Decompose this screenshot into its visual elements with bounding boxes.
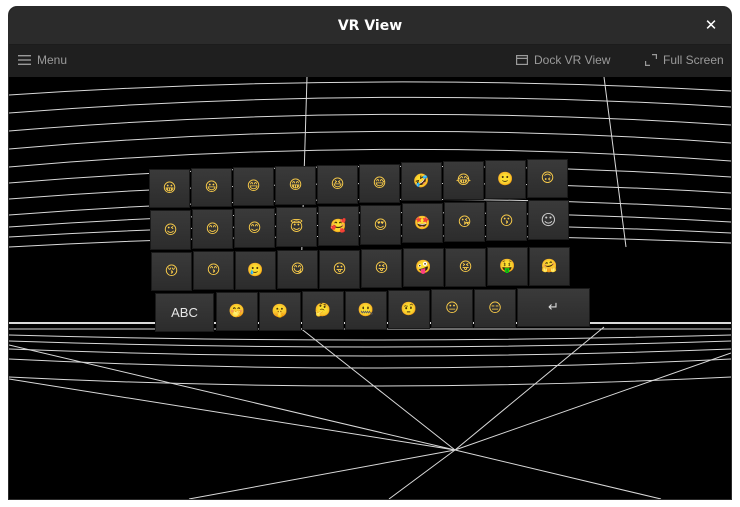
toolbar: Menu Dock VR View Full Screen xyxy=(9,45,731,77)
close-icon: ✕ xyxy=(704,16,718,34)
emoji-key[interactable]: 🤫 xyxy=(259,292,301,331)
emoji-key[interactable]: 😛 xyxy=(319,250,360,289)
emoji-key[interactable]: 😑 xyxy=(474,289,516,328)
emoji-key[interactable]: 😘 xyxy=(444,202,485,242)
dock-label: Dock VR View xyxy=(534,53,611,67)
close-button[interactable]: ✕ xyxy=(701,15,721,35)
emoji-key[interactable]: ☺ xyxy=(528,200,569,240)
abc-mode-key[interactable]: ABC xyxy=(155,293,214,332)
emoji-key[interactable]: 😆 xyxy=(317,165,358,204)
emoji-key[interactable]: 🥲 xyxy=(235,251,276,290)
emoji-key[interactable]: 😃 xyxy=(191,168,232,207)
enter-key[interactable]: ↵ xyxy=(517,288,590,327)
emoji-key[interactable]: 😅 xyxy=(359,164,400,203)
emoji-key[interactable]: 😂 xyxy=(443,161,484,200)
emoji-key[interactable]: 🤨 xyxy=(388,290,430,329)
vr-view-window: VR View ✕ Menu Dock VR View Full Screen … xyxy=(9,7,731,499)
full-screen-button[interactable]: Full Screen xyxy=(645,53,724,67)
emoji-key[interactable]: 😙 xyxy=(193,251,234,290)
emoji-key[interactable]: 😊 xyxy=(234,208,275,248)
menu-button[interactable]: Menu xyxy=(18,53,67,67)
emoji-key[interactable]: 😚 xyxy=(151,252,192,291)
hamburger-icon xyxy=(18,55,31,65)
emoji-key[interactable]: 🥰 xyxy=(318,206,359,246)
emoji-key[interactable]: 🤣 xyxy=(401,162,442,201)
emoji-key[interactable]: 😐 xyxy=(431,289,473,328)
dock-window-icon xyxy=(516,55,528,65)
emoji-key[interactable]: 😁 xyxy=(275,166,316,205)
emoji-key[interactable]: 🤪 xyxy=(403,248,444,287)
emoji-key[interactable]: 🤩 xyxy=(402,203,443,243)
emoji-key[interactable]: 🤐 xyxy=(345,291,387,330)
fullscreen-label: Full Screen xyxy=(663,53,724,67)
emoji-key[interactable]: 🙂 xyxy=(485,160,526,199)
emoji-key[interactable]: 🙃 xyxy=(527,159,568,198)
emoji-key[interactable]: 😜 xyxy=(361,249,402,288)
emoji-keyboard: 😀 😃 😄 😁 😆 😅 🤣 😂 🙂 🙃 😉 😊 😊 😇 🥰 😍 🤩 😘 😗 ☺ 😚 😙 🥲 😋 😛 😜 🤪 😝 🤑 🤗 ABC 🤭 🤫 🤔 🤐 🤨 😐 😑… xyxy=(9,77,731,499)
vr-viewport[interactable]: 😀 😃 😄 😁 😆 😅 🤣 😂 🙂 🙃 😉 😊 😊 😇 🥰 😍 🤩 😘 😗 ☺ 😚 😙 🥲 😋 😛 😜 🤪 😝 🤑 🤗 ABC 🤭 🤫 🤔 🤐 🤨 😐 😑… xyxy=(9,77,731,499)
emoji-key[interactable]: 😝 xyxy=(445,248,486,287)
emoji-key[interactable]: 🤔 xyxy=(302,291,344,330)
title-bar: VR View ✕ xyxy=(9,7,731,45)
emoji-key[interactable]: 😇 xyxy=(276,207,317,247)
emoji-key[interactable]: 😊 xyxy=(192,209,233,249)
emoji-key[interactable]: 🤗 xyxy=(529,247,570,286)
emoji-key[interactable]: 😀 xyxy=(149,169,190,208)
emoji-key[interactable]: 😗 xyxy=(486,201,527,241)
emoji-key[interactable]: 😄 xyxy=(233,167,274,206)
emoji-key[interactable]: 😉 xyxy=(150,210,191,250)
window-title: VR View xyxy=(337,17,403,34)
menu-label: Menu xyxy=(37,53,68,67)
expand-corners-icon xyxy=(645,54,657,66)
emoji-key[interactable]: 😍 xyxy=(360,205,401,245)
dock-vr-view-button[interactable]: Dock VR View xyxy=(516,53,610,67)
emoji-key[interactable]: 🤭 xyxy=(216,292,258,331)
emoji-key[interactable]: 😋 xyxy=(277,250,318,289)
emoji-key[interactable]: 🤑 xyxy=(487,247,528,286)
